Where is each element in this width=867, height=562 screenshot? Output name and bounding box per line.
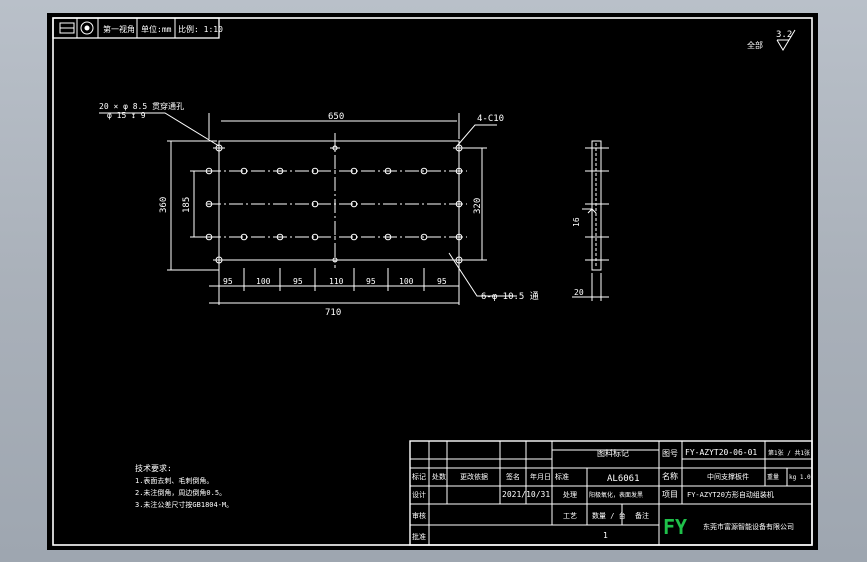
drawing-number: FY-AZYT20-06-01 — [685, 448, 757, 457]
drawing-sheet: 第一视角 单位:mm 比例: 1:10 全部 3.2 20 × φ 8.5 贯穿… — [47, 13, 818, 550]
unit-label: 单位:mm — [141, 24, 172, 34]
dim-length: 650 — [328, 112, 344, 122]
dim-inner-height: 185 — [182, 197, 192, 213]
dim-side-depth: 16 — [572, 217, 581, 227]
designer-label: 设计 — [412, 490, 426, 499]
side-view-dimensions: 16 20 — [572, 217, 584, 297]
scale-label: 比例: 1:10 — [178, 24, 223, 34]
counterbore-depth: φ 15 ↧ 9 — [107, 111, 146, 120]
dim-spacing: 95 — [223, 277, 233, 286]
dim-thickness: 20 — [574, 288, 584, 297]
row-label: 签名 — [506, 472, 520, 481]
part-name-label: 名称 — [662, 471, 678, 481]
sheet-label: 第1张 / 共1张 — [768, 449, 810, 457]
dim-spacing: 95 — [366, 277, 376, 286]
counterbore-note: 20 × φ 8.5 贯穿通孔 — [99, 101, 184, 111]
tech-req-item: 1.表面去刺、毛刺倒角。 — [135, 476, 213, 485]
approve-label: 批准 — [412, 532, 426, 541]
process-label: 工艺 — [563, 512, 577, 520]
standard-label: 标准 — [555, 472, 569, 481]
dim-spacing: 95 — [437, 277, 447, 286]
heat-label: 处理 — [563, 490, 577, 499]
front-view-dimensions: 20 × φ 8.5 贯穿通孔 φ 15 ↧ 9 4-C10 6-φ 10.5 … — [99, 101, 539, 318]
design-date: 2021/10/31 — [502, 490, 550, 499]
dim-overall-length: 710 — [325, 308, 341, 318]
company-name: 东莞市富源智能设备有限公司 — [703, 522, 794, 531]
material-value: AL6061 — [607, 474, 640, 484]
header-box: 第一视角 单位:mm 比例: 1:10 — [52, 17, 223, 39]
row-label: 更改依据 — [460, 472, 488, 481]
row-label: 标记 — [412, 472, 426, 481]
heat-value: 阳极氧化，表面发黑 — [589, 491, 643, 499]
corner-hole — [453, 254, 465, 266]
plate-outline — [218, 140, 460, 261]
dim-height: 360 — [159, 197, 169, 213]
tech-req-title: 技术要求: — [135, 463, 172, 473]
project-value: FY-AZYT20方形自动组装机 — [687, 490, 774, 499]
qty-label: 数量 / 台 — [592, 511, 626, 520]
company-logo: FY — [663, 515, 687, 539]
dim-spacing: 110 — [329, 277, 344, 286]
drawing-canvas: 第一视角 单位:mm 比例: 1:10 全部 3.2 20 × φ 8.5 贯穿… — [52, 17, 813, 546]
roughness-rest-label: 全部 — [747, 40, 763, 50]
project-label: 项目 — [662, 490, 678, 499]
part-name: 中间支撑板件 — [707, 472, 749, 481]
row-label: 年月日 — [530, 472, 551, 481]
technical-requirements: 技术要求: 1.表面去刺、毛刺倒角。 2.未注倒角，周边倒角0.5。 3.未注公… — [135, 463, 233, 509]
corner-hole — [453, 142, 465, 154]
corner-hole — [213, 254, 225, 266]
review-label: 审核 — [412, 511, 426, 520]
dim-spacing: 100 — [256, 277, 271, 286]
corner-leader — [456, 124, 497, 147]
tech-req-item: 2.未注倒角，周边倒角0.5。 — [135, 488, 226, 497]
weight-label: 重量 — [767, 473, 779, 481]
corner-note: 4-C10 — [477, 114, 504, 124]
row-label: 处数 — [432, 472, 446, 481]
title-block: 图料标记 AL6061 图号 FY-AZYT20-06-01 第1张 / 共1张… — [409, 440, 813, 546]
weight-value: kg 1.0 — [789, 474, 811, 481]
hole-note: 6-φ 10.5 通 — [481, 291, 539, 302]
qty-value: 1 — [603, 531, 608, 540]
remark-label: 备注 — [635, 511, 649, 520]
tech-req-item: 3.未注公差尺寸按GB1804-M。 — [135, 500, 233, 509]
dim-hole-span: 320 — [473, 198, 483, 214]
dim-spacing: 100 — [399, 277, 414, 286]
view-label: 第一视角 — [103, 24, 135, 34]
drawing-no-label: 图号 — [662, 449, 678, 458]
material-header: 图料标记 — [597, 448, 629, 458]
dim-spacing: 95 — [293, 277, 303, 286]
roughness-symbol: 全部 3.2 — [747, 29, 796, 51]
